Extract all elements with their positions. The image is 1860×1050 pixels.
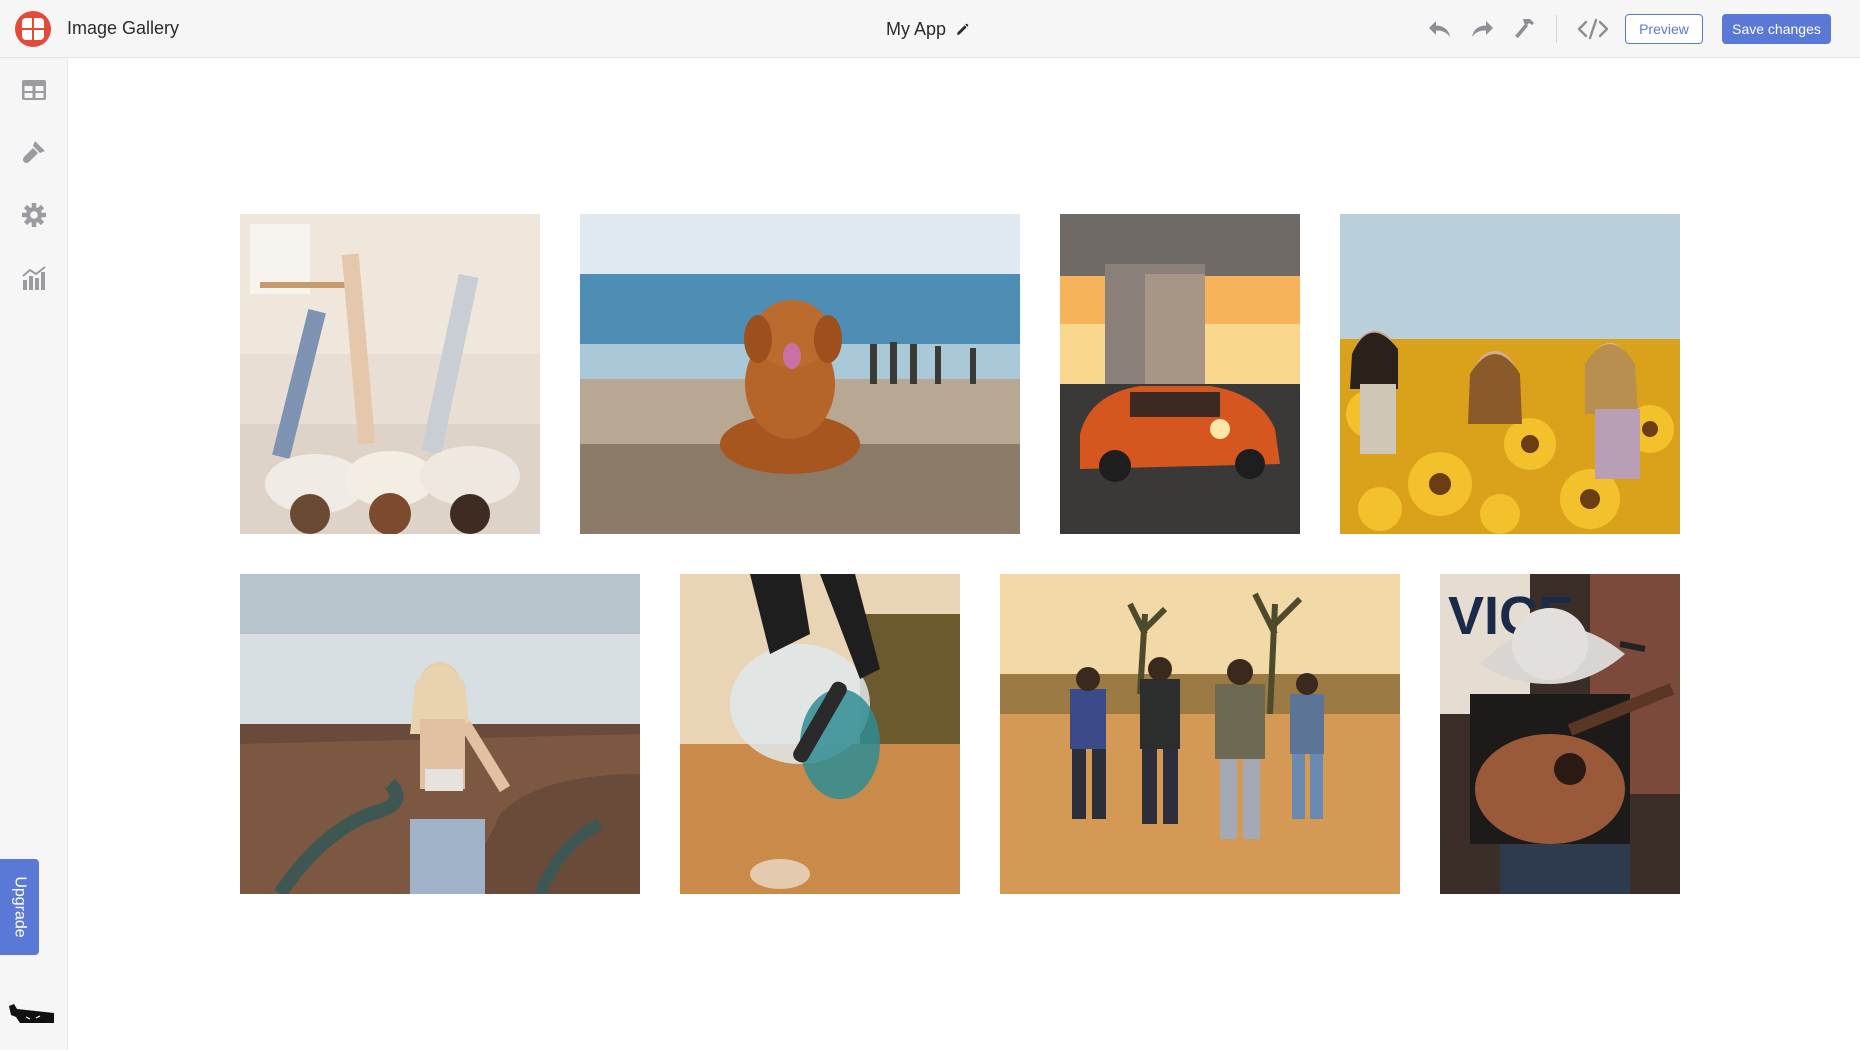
brush-icon[interactable]	[20, 138, 48, 166]
top-bar: Image Gallery My App Preview Save change…	[0, 0, 1860, 58]
gallery-photo-guitar-player[interactable]: VICE	[1440, 574, 1680, 894]
upgrade-button[interactable]: Upgrade	[0, 859, 39, 955]
gallery-photo-friends-bed[interactable]	[240, 214, 540, 534]
gallery-photo-sunflowers[interactable]	[1340, 214, 1680, 534]
toolbar-divider	[1556, 15, 1557, 43]
brand-badge-icon	[8, 1003, 56, 1025]
preview-button[interactable]: Preview	[1625, 14, 1703, 44]
save-changes-button[interactable]: Save changes	[1722, 14, 1831, 44]
gallery-canvas: VICE	[68, 58, 1860, 1050]
gallery-photo-car-bridge[interactable]	[1060, 214, 1300, 534]
hammer-icon[interactable]	[1510, 15, 1538, 43]
gallery-photo-dog-beach[interactable]	[580, 214, 1020, 534]
project-title-area[interactable]: My App	[886, 19, 969, 40]
project-name[interactable]: My App	[886, 19, 946, 40]
code-icon[interactable]	[1576, 15, 1610, 43]
gear-icon[interactable]	[20, 201, 48, 229]
undo-icon[interactable]	[1426, 15, 1454, 43]
analytics-chart-icon[interactable]	[20, 264, 48, 292]
app-title: Image Gallery	[67, 18, 180, 38]
gallery-photo-desert-runners[interactable]	[1000, 574, 1400, 894]
left-sidebar: Upgrade	[0, 58, 68, 1050]
app-logo-icon	[15, 11, 51, 47]
redo-icon[interactable]	[1468, 15, 1496, 43]
gallery-photo-canyon-woman[interactable]	[240, 574, 640, 894]
pencil-icon[interactable]	[955, 23, 969, 37]
layout-table-icon[interactable]	[20, 76, 48, 104]
upgrade-label: Upgrade	[11, 876, 29, 938]
gallery-photo-skateboarder[interactable]	[680, 574, 960, 894]
